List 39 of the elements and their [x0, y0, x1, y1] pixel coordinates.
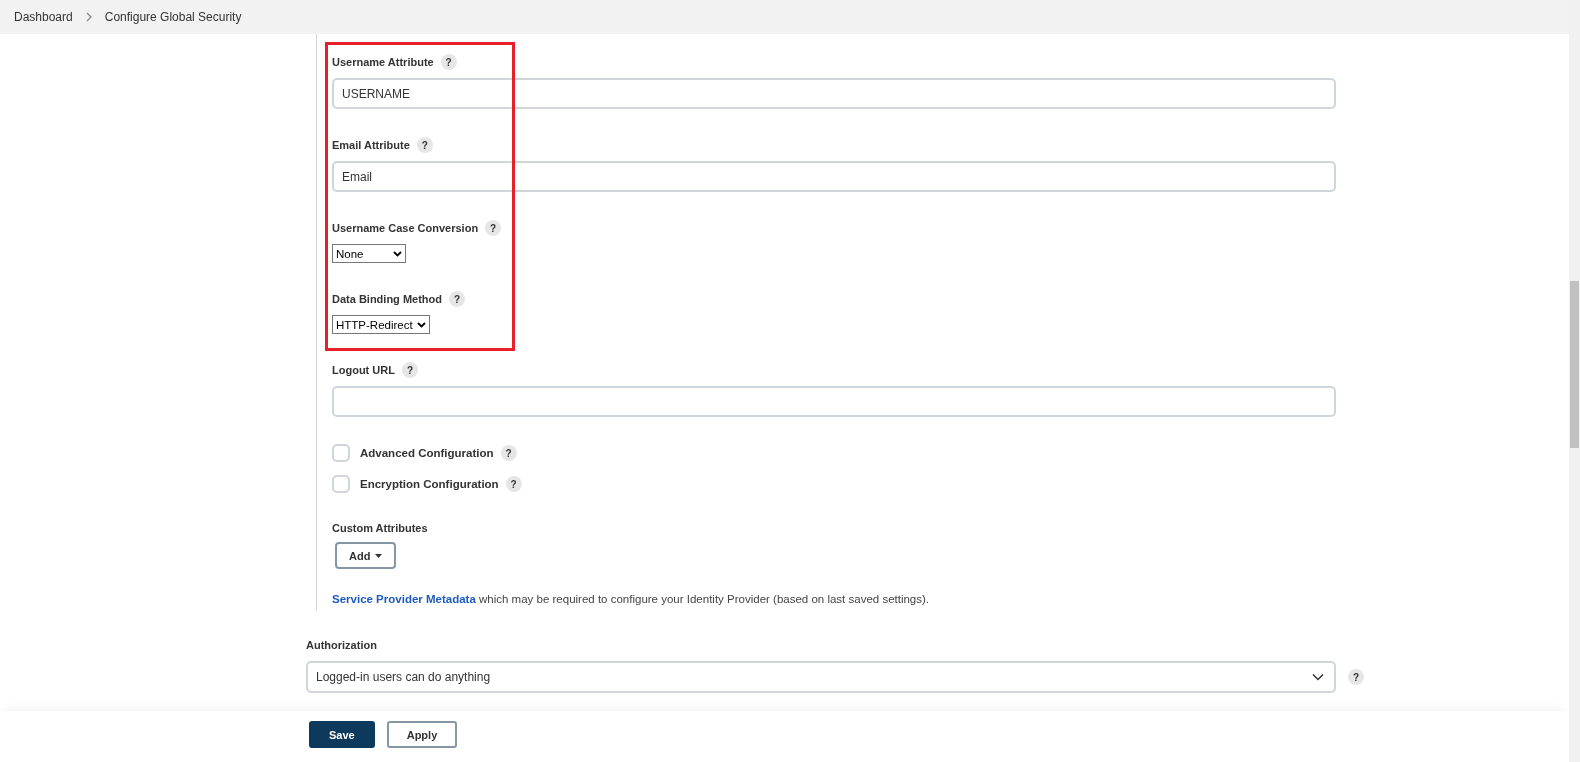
help-icon[interactable]: ?: [449, 291, 465, 307]
metadata-note: Service Provider Metadata which may be required to configure your Identity Provider (based on last saved settings).: [332, 593, 931, 605]
chevron-down-icon: [1312, 673, 1324, 681]
save-button[interactable]: Save: [309, 721, 375, 748]
checkbox-label: Advanced Configuration: [360, 447, 494, 459]
text-field[interactable]: Email: [332, 161, 1336, 192]
checkbox-label: Encryption Configuration: [360, 478, 499, 490]
section-label: Custom Attributes: [332, 522, 429, 534]
field-label: Username Case Conversion: [332, 222, 479, 234]
help-icon[interactable]: ?: [485, 220, 502, 236]
add-button[interactable]: Add: [335, 542, 397, 569]
scrollbar-thumb[interactable]: [1570, 281, 1579, 448]
caret-icon: [375, 553, 383, 558]
dropdown[interactable]: HTTP-Redirect: [332, 315, 430, 334]
chevron-icon: [85, 12, 92, 22]
chevron-down-icon: [416, 321, 426, 328]
checkbox[interactable]: [332, 444, 350, 462]
metadata-link[interactable]: Service Provider Metadata: [332, 593, 476, 605]
dropdown[interactable]: None: [332, 244, 406, 263]
dropdown[interactable]: Logged-in users can do anything: [306, 661, 1336, 693]
checkbox[interactable]: [332, 475, 350, 493]
text-field[interactable]: [332, 386, 1336, 417]
field-label: Authorization: [306, 639, 378, 651]
help-icon[interactable]: ?: [500, 445, 517, 461]
scrollbar[interactable]: [1569, 0, 1580, 762]
field-label: Logout URL: [332, 364, 395, 376]
breadcrumb-link[interactable]: Dashboard: [14, 10, 73, 24]
help-icon[interactable]: ?: [505, 476, 522, 492]
field-label: Data Binding Method: [332, 293, 442, 305]
help-icon[interactable]: ?: [401, 362, 418, 378]
text-field[interactable]: USERNAME: [332, 78, 1336, 109]
help-icon[interactable]: ?: [440, 54, 457, 70]
apply-button[interactable]: Apply: [386, 721, 458, 748]
chevron-down-icon: [393, 250, 402, 257]
field-label: Username Attribute: [332, 56, 434, 68]
help-icon[interactable]: ?: [416, 137, 433, 153]
field-label: Email Attribute: [332, 139, 410, 151]
help-icon[interactable]: ?: [1348, 669, 1364, 685]
breadcrumb-link[interactable]: Configure Global Security: [104, 10, 242, 24]
